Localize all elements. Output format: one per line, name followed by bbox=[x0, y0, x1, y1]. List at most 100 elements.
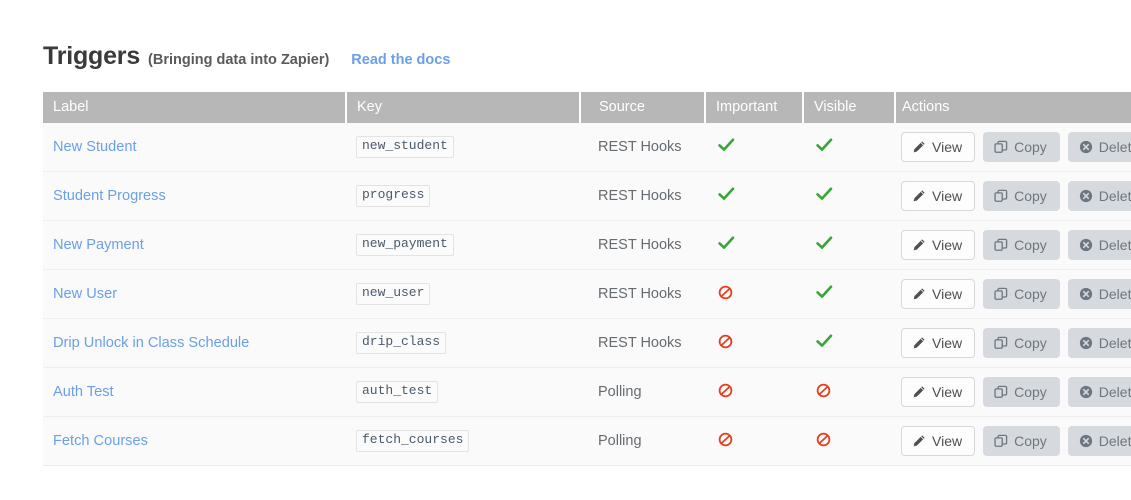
view-button[interactable]: View bbox=[901, 230, 976, 260]
column-header-key[interactable]: Key bbox=[345, 92, 580, 123]
delete-button[interactable]: Delete bbox=[1067, 181, 1131, 211]
trigger-label-link[interactable]: New Payment bbox=[53, 237, 144, 253]
circle-x-icon bbox=[1079, 336, 1093, 350]
cell-source: REST Hooks bbox=[580, 318, 705, 368]
copy-button[interactable]: Copy bbox=[983, 328, 1060, 358]
pencil-icon bbox=[912, 140, 926, 154]
read-the-docs-link[interactable]: Read the docs bbox=[351, 52, 450, 68]
circle-x-icon bbox=[1079, 238, 1093, 252]
cell-actions: View Copy Delete bbox=[895, 123, 1131, 172]
trigger-label-link[interactable]: Auth Test bbox=[53, 384, 114, 400]
cell-actions: View Copy Delete bbox=[895, 367, 1131, 417]
delete-button-label: Delete bbox=[1098, 433, 1131, 449]
circle-x-icon bbox=[1079, 140, 1093, 154]
view-button[interactable]: View bbox=[901, 377, 976, 407]
trigger-label-link[interactable]: Drip Unlock in Class Schedule bbox=[53, 335, 249, 351]
cell-important bbox=[705, 416, 803, 466]
pencil-icon bbox=[912, 434, 926, 448]
trigger-key-code: drip_class bbox=[356, 332, 447, 354]
check-icon bbox=[816, 138, 833, 157]
copy-icon bbox=[994, 336, 1008, 350]
delete-button[interactable]: Delete bbox=[1067, 377, 1131, 407]
check-icon bbox=[816, 285, 833, 304]
column-header-actions[interactable]: Actions bbox=[894, 92, 1131, 123]
cell-important bbox=[705, 171, 803, 221]
cell-actions: View Copy Delete bbox=[895, 220, 1131, 270]
table-body: New Student new_student REST Hooks View Copy… bbox=[43, 123, 1131, 466]
view-button[interactable]: View bbox=[901, 279, 976, 309]
action-button-group: View Copy Delete bbox=[901, 328, 1131, 358]
view-button[interactable]: View bbox=[901, 181, 976, 211]
triggers-table: Label Key Source Important Visible Actio… bbox=[43, 92, 1131, 466]
table-row: Student Progress progress REST Hooks View Co… bbox=[43, 171, 1131, 221]
trigger-source-text: REST Hooks bbox=[598, 286, 682, 302]
column-header-source[interactable]: Source bbox=[579, 92, 705, 123]
table-header-row: Label Key Source Important Visible Actio… bbox=[43, 92, 1131, 123]
view-button-label: View bbox=[932, 433, 963, 449]
view-button[interactable]: View bbox=[901, 426, 976, 456]
table-row: New Student new_student REST Hooks View Copy… bbox=[43, 123, 1131, 172]
cell-important bbox=[705, 269, 803, 319]
copy-button[interactable]: Copy bbox=[983, 230, 1060, 260]
cell-visible bbox=[803, 318, 895, 368]
action-button-group: View Copy Delete bbox=[901, 377, 1131, 407]
circle-x-icon bbox=[1079, 434, 1093, 448]
ban-icon bbox=[816, 432, 831, 451]
ban-icon bbox=[718, 432, 733, 451]
check-icon bbox=[816, 187, 833, 206]
pencil-icon bbox=[912, 287, 926, 301]
delete-button[interactable]: Delete bbox=[1067, 328, 1131, 358]
cell-key: progress bbox=[346, 171, 580, 221]
cell-visible bbox=[803, 416, 895, 466]
trigger-key-code: progress bbox=[356, 185, 431, 207]
cell-label: Fetch Courses bbox=[43, 416, 346, 466]
view-button[interactable]: View bbox=[901, 132, 976, 162]
trigger-label-link[interactable]: New User bbox=[53, 286, 117, 302]
ban-icon bbox=[718, 383, 733, 402]
column-header-label[interactable]: Label bbox=[43, 92, 346, 123]
view-button-label: View bbox=[932, 335, 963, 351]
trigger-key-code: fetch_courses bbox=[356, 430, 470, 452]
cell-source: REST Hooks bbox=[580, 220, 705, 270]
table-row: Fetch Courses fetch_courses Polling View Cop… bbox=[43, 416, 1131, 466]
cell-visible bbox=[803, 220, 895, 270]
page-subtitle: (Bringing data into Zapier) bbox=[148, 52, 330, 68]
action-button-group: View Copy Delete bbox=[901, 181, 1131, 211]
cell-label: New Payment bbox=[43, 220, 346, 270]
triggers-table-container: Label Key Source Important Visible Actio… bbox=[43, 92, 1131, 466]
column-header-important[interactable]: Important bbox=[704, 92, 803, 123]
table-row: Auth Test auth_test Polling View Copy Delete bbox=[43, 367, 1131, 417]
cell-important bbox=[705, 220, 803, 270]
page-title: Triggers bbox=[43, 42, 141, 70]
check-icon bbox=[816, 236, 833, 255]
copy-button[interactable]: Copy bbox=[983, 132, 1060, 162]
trigger-source-text: Polling bbox=[598, 433, 642, 449]
trigger-source-text: REST Hooks bbox=[598, 335, 682, 351]
column-header-visible[interactable]: Visible bbox=[802, 92, 895, 123]
copy-button[interactable]: Copy bbox=[983, 426, 1060, 456]
copy-button[interactable]: Copy bbox=[983, 279, 1060, 309]
copy-button[interactable]: Copy bbox=[983, 377, 1060, 407]
cell-visible bbox=[803, 123, 895, 172]
delete-button[interactable]: Delete bbox=[1067, 132, 1131, 162]
check-icon bbox=[718, 138, 735, 157]
trigger-label-link[interactable]: Student Progress bbox=[53, 188, 166, 204]
copy-icon bbox=[994, 140, 1008, 154]
trigger-label-link[interactable]: New Student bbox=[53, 139, 137, 155]
cell-important bbox=[705, 367, 803, 417]
cell-important bbox=[705, 123, 803, 172]
pencil-icon bbox=[912, 336, 926, 350]
cell-visible bbox=[803, 269, 895, 319]
view-button[interactable]: View bbox=[901, 328, 976, 358]
delete-button[interactable]: Delete bbox=[1067, 279, 1131, 309]
view-button-label: View bbox=[932, 188, 963, 204]
action-button-group: View Copy Delete bbox=[901, 230, 1131, 260]
trigger-source-text: REST Hooks bbox=[598, 237, 682, 253]
table-row: New User new_user REST Hooks View Copy Delete bbox=[43, 269, 1131, 319]
circle-x-icon bbox=[1079, 287, 1093, 301]
cell-source: Polling bbox=[580, 367, 705, 417]
trigger-label-link[interactable]: Fetch Courses bbox=[53, 433, 148, 449]
delete-button[interactable]: Delete bbox=[1067, 426, 1131, 456]
copy-button[interactable]: Copy bbox=[983, 181, 1060, 211]
delete-button[interactable]: Delete bbox=[1067, 230, 1131, 260]
